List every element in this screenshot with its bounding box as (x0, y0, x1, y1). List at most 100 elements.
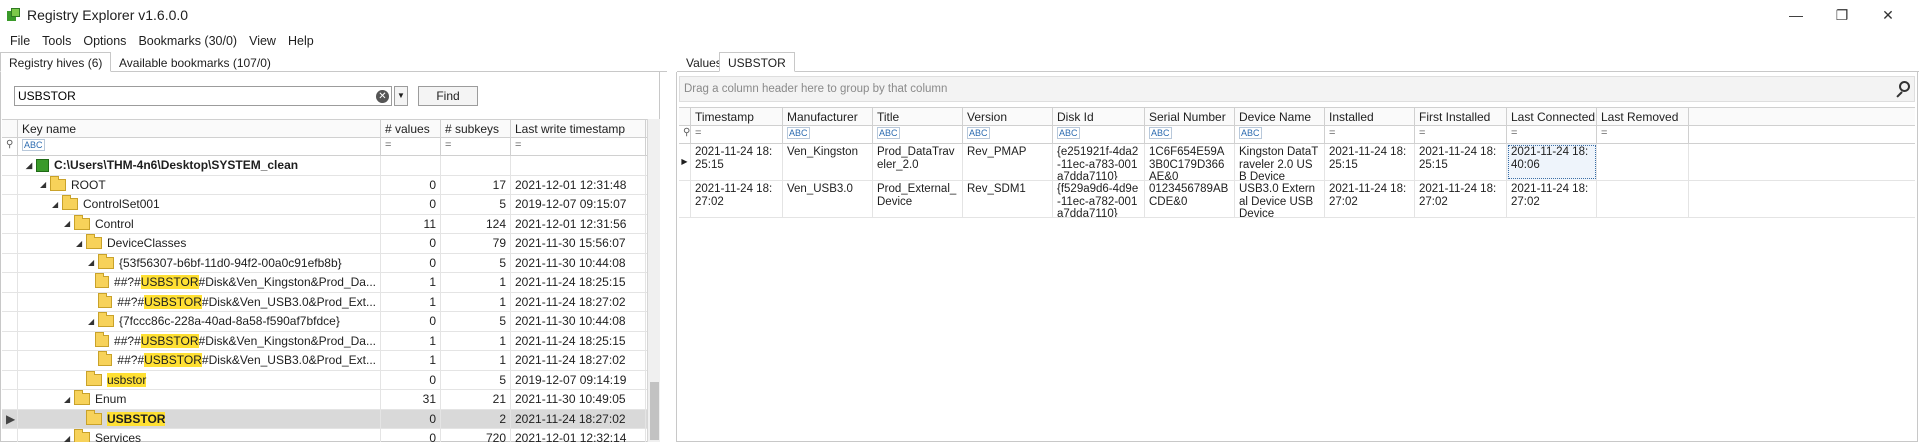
cell-disk-id[interactable]: {f529a9d6-4d9e-11ec-a782-001a7dda7110} (1053, 181, 1145, 217)
tree-key-cell[interactable]: ◢ Enum (18, 390, 381, 409)
cell-first-installed[interactable]: 2021-11-24 18:27:02 (1415, 181, 1507, 217)
tree-key-cell[interactable]: ◢ Services (18, 429, 381, 442)
tab-available-bookmarks[interactable]: Available bookmarks (107/0) (110, 52, 280, 72)
filter-last-write[interactable]: = (511, 138, 646, 155)
filter-disk-id[interactable]: ABC (1053, 126, 1145, 143)
cell-installed[interactable]: 2021-11-24 18:27:02 (1325, 181, 1415, 217)
minimize-button[interactable]: — (1773, 0, 1819, 30)
cell-version[interactable]: Rev_SDM1 (963, 181, 1053, 217)
filter-subkeys[interactable]: = (441, 138, 511, 155)
vertical-scrollbar[interactable] (647, 119, 660, 442)
col-installed[interactable]: Installed (1325, 108, 1415, 125)
cell-title[interactable]: Prod_DataTraveler_2.0 (873, 144, 963, 180)
close-button[interactable]: ✕ (1865, 0, 1911, 30)
filter-last-connected[interactable]: = (1507, 126, 1597, 143)
tree-row[interactable]: ◢ Enum 31 21 2021-11-30 10:49:05 (2, 390, 647, 410)
cell-version[interactable]: Rev_PMAP (963, 144, 1053, 180)
filter-title[interactable]: ABC (873, 126, 963, 143)
cell-installed[interactable]: 2021-11-24 18:25:15 (1325, 144, 1415, 180)
col-last-write[interactable]: Last write timestamp (511, 120, 646, 137)
tree-row[interactable]: ##?# USBSTOR #Disk&Ven_Kingston&Prod_Da...… (2, 331, 647, 351)
tree-key-cell[interactable]: ◢ DeviceClasses (18, 234, 381, 253)
cell-manufacturer[interactable]: Ven_USB3.0 (783, 181, 873, 217)
cell-device-name[interactable]: USB3.0 External Device USB Device (1235, 181, 1325, 217)
menu-view[interactable]: View (243, 34, 282, 48)
cell-serial-number[interactable]: 0123456789ABCDE&0 (1145, 181, 1235, 217)
filter-timestamp[interactable]: = (691, 126, 783, 143)
col-key-name[interactable]: Key name (18, 120, 381, 137)
tree-row[interactable]: ▶ USBSTOR 0 2 2021-11-24 18:27:02 (2, 409, 647, 429)
filter-installed[interactable]: = (1325, 126, 1415, 143)
menu-file[interactable]: File (4, 34, 36, 48)
cell-serial-number[interactable]: 1C6F654E59A3B0C179D366AE&0 (1145, 144, 1235, 180)
filter-version[interactable]: ABC (963, 126, 1053, 143)
filter-first-installed[interactable]: = (1415, 126, 1507, 143)
col-values[interactable]: # values (381, 120, 441, 137)
expand-toggle-icon[interactable]: ◢ (52, 200, 62, 209)
cell-disk-id[interactable]: {e251921f-4da2-11ec-a783-001a7dda7110} (1053, 144, 1145, 180)
tree-key-cell[interactable]: ◢ {53f56307-b6bf-11d0-94f2-00a0c91efb8b} (18, 253, 381, 272)
expand-toggle-icon[interactable]: ◢ (88, 258, 98, 267)
tree-row[interactable]: usbstor 0 5 2019-12-07 09:14:19 (2, 370, 647, 390)
cell-last-removed[interactable] (1597, 181, 1689, 217)
tree-key-cell[interactable]: ##?# USBSTOR #Disk&Ven_Kingston&Prod_Da... (18, 331, 381, 350)
filter-manufacturer[interactable]: ABC (783, 126, 873, 143)
cell-last-removed[interactable] (1597, 144, 1689, 180)
table-row[interactable]: ▶ 2021-11-24 18:25:15 Ven_Kingston Prod_Dat… (679, 144, 1915, 181)
expand-toggle-icon[interactable]: ◢ (88, 317, 98, 326)
tree-row[interactable]: ◢ {53f56307-b6bf-11d0-94f2-00a0c91efb8b} 0… (2, 253, 647, 273)
cell-last-connected[interactable]: 2021-11-24 18:40:06 (1507, 144, 1597, 180)
cell-first-installed[interactable]: 2021-11-24 18:25:15 (1415, 144, 1507, 180)
cell-timestamp[interactable]: 2021-11-24 18:25:15 (691, 144, 783, 180)
search-dropdown-button[interactable]: ▼ (394, 86, 408, 106)
scrollbar-thumb[interactable] (650, 382, 659, 440)
group-by-panel[interactable]: Drag a column header here to group by th… (679, 76, 1915, 102)
expand-toggle-icon[interactable]: ◢ (76, 239, 86, 248)
tab-registry-hives[interactable]: Registry hives (6) (0, 52, 112, 72)
expand-toggle-icon[interactable]: ◢ (40, 180, 50, 189)
search-input[interactable] (15, 87, 355, 105)
filter-values[interactable]: = (381, 138, 441, 155)
tree-row[interactable]: ◢ ROOT 0 17 2021-12-01 12:31:48 (2, 175, 647, 195)
tree-key-cell[interactable]: ##?# USBSTOR #Disk&Ven_USB3.0&Prod_Ext... (18, 292, 381, 311)
filter-serial-number[interactable]: ABC (1145, 126, 1235, 143)
expand-toggle-icon[interactable]: ◢ (64, 219, 74, 228)
cell-device-name[interactable]: Kingston DataTraveler 2.0 USB Device (1235, 144, 1325, 180)
menu-bookmarks[interactable]: Bookmarks (30/0) (132, 34, 243, 48)
tree-key-cell[interactable]: usbstor (18, 370, 381, 389)
col-disk-id[interactable]: Disk Id (1053, 108, 1145, 125)
search-icon[interactable] (1894, 80, 1912, 98)
col-subkeys[interactable]: # subkeys (441, 120, 511, 137)
tree-key-cell[interactable]: ◢ ControlSet001 (18, 195, 381, 214)
tree-row[interactable]: ◢ Control 11 124 2021-12-01 12:31:56 (2, 214, 647, 234)
col-last-removed[interactable]: Last Removed (1597, 108, 1689, 125)
col-last-connected[interactable]: Last Connected (1507, 108, 1597, 125)
cell-manufacturer[interactable]: Ven_Kingston (783, 144, 873, 180)
tree-row[interactable]: ◢ ControlSet001 0 5 2019-12-07 09:15:07 (2, 195, 647, 215)
filter-device-name[interactable]: ABC (1235, 126, 1325, 143)
cell-title[interactable]: Prod_External_Device (873, 181, 963, 217)
tree-row[interactable]: ◢ DeviceClasses 0 79 2021-11-30 15:56:07 (2, 234, 647, 254)
tree-row[interactable]: ◢ C:\Users\THM-4n6\Desktop\SYSTEM_clean (2, 156, 647, 176)
tab-usbstor[interactable]: USBSTOR (719, 52, 795, 72)
col-serial-number[interactable]: Serial Number (1145, 108, 1235, 125)
tree-key-cell[interactable]: ##?# USBSTOR #Disk&Ven_Kingston&Prod_Da... (18, 273, 381, 292)
expand-toggle-icon[interactable]: ◢ (26, 161, 36, 170)
col-title[interactable]: Title (873, 108, 963, 125)
col-version[interactable]: Version (963, 108, 1053, 125)
tree-row[interactable]: ##?# USBSTOR #Disk&Ven_USB3.0&Prod_Ext... 1… (2, 351, 647, 371)
filter-last-removed[interactable]: = (1597, 126, 1689, 143)
col-first-installed[interactable]: First Installed (1415, 108, 1507, 125)
menu-tools[interactable]: Tools (36, 34, 77, 48)
tree-key-cell[interactable]: USBSTOR (18, 409, 381, 428)
tree-row[interactable]: ◢ Services 0 720 2021-12-01 12:32:14 (2, 429, 647, 442)
tree-key-cell[interactable]: ◢ ROOT (18, 175, 381, 194)
expand-toggle-icon[interactable]: ◢ (64, 434, 74, 442)
tree-row[interactable]: ##?# USBSTOR #Disk&Ven_Kingston&Prod_Da...… (2, 273, 647, 293)
table-row[interactable]: 2021-11-24 18:27:02 Ven_USB3.0 Prod_Extern… (679, 181, 1915, 218)
tree-key-cell[interactable]: ◢ {7fccc86c-228a-40ad-8a58-f590af7bfdce} (18, 312, 381, 331)
cell-timestamp[interactable]: 2021-11-24 18:27:02 (691, 181, 783, 217)
col-timestamp[interactable]: Timestamp (691, 108, 783, 125)
tree-key-cell[interactable]: ##?# USBSTOR #Disk&Ven_USB3.0&Prod_Ext... (18, 351, 381, 370)
menu-help[interactable]: Help (282, 34, 320, 48)
